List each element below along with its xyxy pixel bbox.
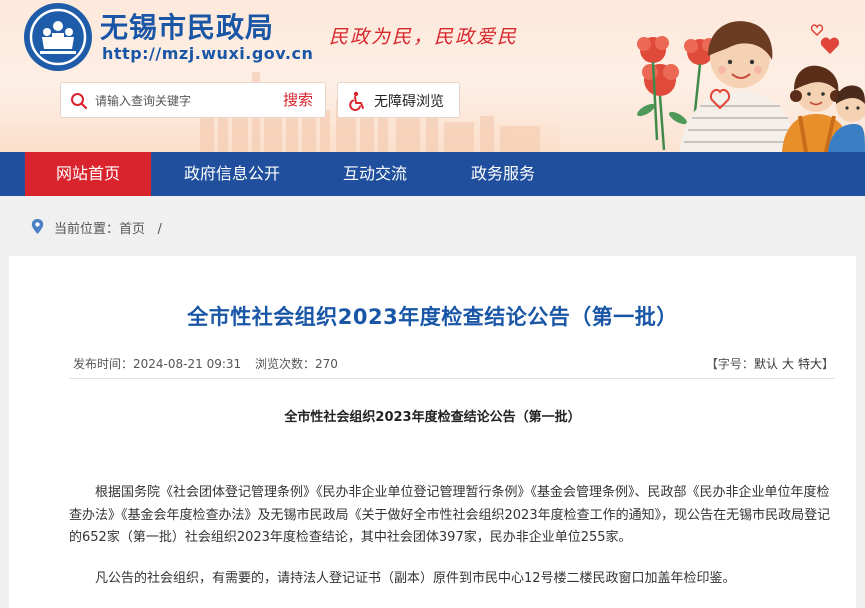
publish-value: 2024-08-21 09:31 xyxy=(133,357,242,371)
location-pin-icon xyxy=(31,219,44,234)
nav-item-services[interactable]: 政务服务 xyxy=(453,152,553,196)
search-icon xyxy=(71,93,88,110)
search-button[interactable]: 搜索 xyxy=(283,89,313,110)
article-title: 全市性社会组织2023年度检查结论公告（第一批） xyxy=(187,305,678,329)
wheelchair-icon xyxy=(349,91,364,111)
font-size-switcher: 【字号：默认大特大】 xyxy=(706,355,834,372)
publish-time: 发布时间：2024-08-21 09:31 xyxy=(73,357,241,371)
search-box: 搜索 xyxy=(60,82,326,118)
family-illustration xyxy=(637,21,865,152)
article-subtitle: 全市性社会组织2023年度检查结论公告（第一批） xyxy=(284,410,581,425)
slogan: 民政为民，民政爱民 xyxy=(329,26,519,48)
logo-emblem-icon xyxy=(29,8,87,66)
views-label: 浏览次数： xyxy=(254,357,315,371)
font-size-default[interactable]: 默认 xyxy=(754,357,778,371)
meta-divider xyxy=(69,378,835,379)
breadcrumb-separator: / xyxy=(157,222,162,237)
article-paragraph: 根据国务院《社会团体登记管理条例》《民办非企业单位登记管理暂行条例》《基金会管理… xyxy=(69,485,831,545)
main-nav: 网站首页 政府信息公开 互动交流 政务服务 xyxy=(0,152,865,196)
search-input[interactable] xyxy=(95,90,275,112)
accessibility-label: 无障碍浏览 xyxy=(374,94,444,110)
article-container: 全市性社会组织2023年度检查结论公告（第一批） 发布时间：2024-08-21… xyxy=(9,256,856,608)
breadcrumb-text: 当前位置：首页 / xyxy=(54,218,162,237)
view-count: 浏览次数：270 xyxy=(255,357,338,371)
font-size-xlarge[interactable]: 特大 xyxy=(798,357,822,371)
accessibility-button[interactable]: 无障碍浏览 xyxy=(337,82,460,118)
site-url: http://mzj.wuxi.gov.cn xyxy=(102,44,314,63)
breadcrumb-prefix: 当前位置： xyxy=(54,222,120,237)
font-size-large[interactable]: 大 xyxy=(782,357,794,371)
site-logo[interactable] xyxy=(24,3,92,71)
font-size-suffix: 】 xyxy=(821,357,834,371)
breadcrumb-home-link[interactable]: 首页 xyxy=(119,222,145,237)
site-header: 无锡市民政局 http://mzj.wuxi.gov.cn 民政为民，民政爱民 … xyxy=(0,0,865,152)
nav-item-gov-info[interactable]: 政府信息公开 xyxy=(170,152,294,196)
breadcrumb: 当前位置：首页 / xyxy=(0,196,865,256)
site-name: 无锡市民政局 xyxy=(100,11,275,44)
article-meta: 发布时间：2024-08-21 09:31 浏览次数：270 xyxy=(73,355,348,372)
nav-item-interaction[interactable]: 互动交流 xyxy=(315,152,435,196)
views-value: 270 xyxy=(315,357,338,371)
article-paragraph: 凡公告的社会组织，有需要的，请持法人登记证书（副本）原件到市民中心12号楼二楼民… xyxy=(95,571,736,586)
nav-item-home[interactable]: 网站首页 xyxy=(25,152,151,196)
publish-label: 发布时间： xyxy=(73,357,134,371)
font-size-prefix: 【字号： xyxy=(705,357,754,371)
